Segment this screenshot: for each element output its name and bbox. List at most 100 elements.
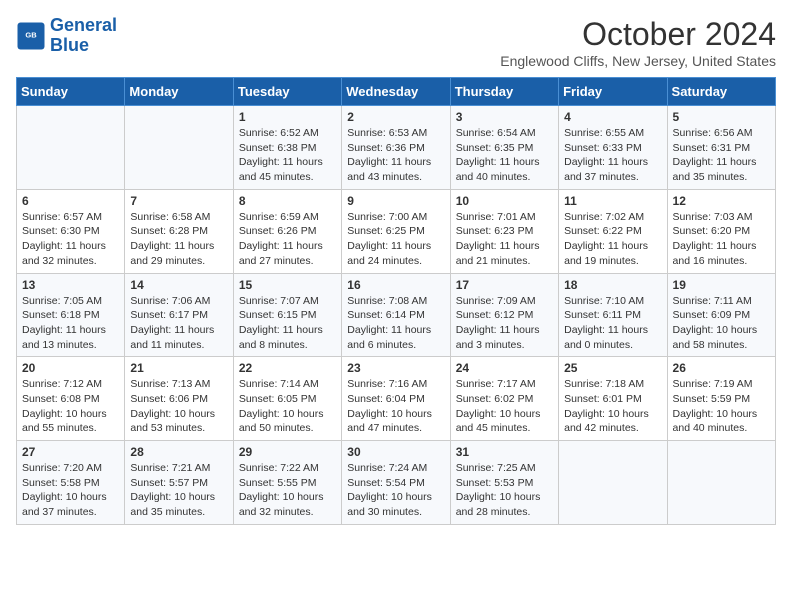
day-details: Sunrise: 7:13 AM Sunset: 6:06 PM Dayligh…: [130, 377, 227, 436]
day-number: 6: [22, 194, 119, 208]
calendar-week-5: 27 Sunrise: 7:20 AM Sunset: 5:58 PM Dayli…: [17, 441, 776, 525]
calendar-cell: 8 Sunrise: 6:59 AM Sunset: 6:26 PM Daylig…: [233, 189, 341, 273]
day-number: 25: [564, 361, 661, 375]
day-details: Sunrise: 7:20 AM Sunset: 5:58 PM Dayligh…: [22, 461, 119, 520]
calendar-cell: 30 Sunrise: 7:24 AM Sunset: 5:54 PM Dayli…: [342, 441, 450, 525]
header-thursday: Thursday: [450, 78, 558, 106]
calendar-week-2: 6 Sunrise: 6:57 AM Sunset: 6:30 PM Daylig…: [17, 189, 776, 273]
day-number: 14: [130, 278, 227, 292]
day-number: 9: [347, 194, 444, 208]
calendar-cell: [125, 106, 233, 190]
day-details: Sunrise: 7:25 AM Sunset: 5:53 PM Dayligh…: [456, 461, 553, 520]
page-header: GB General Blue October 2024 Englewood C…: [16, 16, 776, 69]
day-number: 3: [456, 110, 553, 124]
calendar-cell: 23 Sunrise: 7:16 AM Sunset: 6:04 PM Dayli…: [342, 357, 450, 441]
day-number: 1: [239, 110, 336, 124]
day-details: Sunrise: 6:52 AM Sunset: 6:38 PM Dayligh…: [239, 126, 336, 185]
day-details: Sunrise: 7:10 AM Sunset: 6:11 PM Dayligh…: [564, 294, 661, 353]
day-details: Sunrise: 7:19 AM Sunset: 5:59 PM Dayligh…: [673, 377, 770, 436]
day-details: Sunrise: 7:03 AM Sunset: 6:20 PM Dayligh…: [673, 210, 770, 269]
calendar-cell: 13Sunrise: 7:05 AM Sunset: 6:18 PM Dayli…: [17, 273, 125, 357]
day-details: Sunrise: 7:21 AM Sunset: 5:57 PM Dayligh…: [130, 461, 227, 520]
day-number: 11: [564, 194, 661, 208]
month-title: October 2024: [500, 16, 776, 53]
day-details: Sunrise: 7:02 AM Sunset: 6:22 PM Dayligh…: [564, 210, 661, 269]
header-friday: Friday: [559, 78, 667, 106]
calendar-cell: 1 Sunrise: 6:52 AM Sunset: 6:38 PM Daylig…: [233, 106, 341, 190]
day-details: Sunrise: 6:53 AM Sunset: 6:36 PM Dayligh…: [347, 126, 444, 185]
day-details: Sunrise: 7:08 AM Sunset: 6:14 PM Dayligh…: [347, 294, 444, 353]
day-details: Sunrise: 6:54 AM Sunset: 6:35 PM Dayligh…: [456, 126, 553, 185]
calendar-cell: 29 Sunrise: 7:22 AM Sunset: 5:55 PM Dayli…: [233, 441, 341, 525]
header-saturday: Saturday: [667, 78, 775, 106]
header-sunday: Sunday: [17, 78, 125, 106]
header-wednesday: Wednesday: [342, 78, 450, 106]
header-monday: Monday: [125, 78, 233, 106]
day-number: 16: [347, 278, 444, 292]
logo-icon: GB: [16, 21, 46, 51]
calendar-cell: 25 Sunrise: 7:18 AM Sunset: 6:01 PM Dayli…: [559, 357, 667, 441]
calendar-cell: 9 Sunrise: 7:00 AM Sunset: 6:25 PM Daylig…: [342, 189, 450, 273]
calendar-cell: 19 Sunrise: 7:11 AM Sunset: 6:09 PM Dayli…: [667, 273, 775, 357]
day-number: 4: [564, 110, 661, 124]
calendar-cell: [17, 106, 125, 190]
day-details: Sunrise: 7:16 AM Sunset: 6:04 PM Dayligh…: [347, 377, 444, 436]
day-number: 27: [22, 445, 119, 459]
location: Englewood Cliffs, New Jersey, United Sta…: [500, 53, 776, 69]
day-number: 19: [673, 278, 770, 292]
calendar-cell: 3 Sunrise: 6:54 AM Sunset: 6:35 PM Daylig…: [450, 106, 558, 190]
day-number: 5: [673, 110, 770, 124]
day-number: 24: [456, 361, 553, 375]
calendar-cell: 20 Sunrise: 7:12 AM Sunset: 6:08 PM Dayli…: [17, 357, 125, 441]
day-details: Sunrise: 7:18 AM Sunset: 6:01 PM Dayligh…: [564, 377, 661, 436]
day-details: Sunrise: 6:56 AM Sunset: 6:31 PM Dayligh…: [673, 126, 770, 185]
day-number: 23: [347, 361, 444, 375]
day-number: 15: [239, 278, 336, 292]
day-number: 31: [456, 445, 553, 459]
day-details: Sunrise: 6:59 AM Sunset: 6:26 PM Dayligh…: [239, 210, 336, 269]
day-details: Sunrise: 7:24 AM Sunset: 5:54 PM Dayligh…: [347, 461, 444, 520]
calendar-week-1: 1 Sunrise: 6:52 AM Sunset: 6:38 PM Daylig…: [17, 106, 776, 190]
calendar-cell: 28 Sunrise: 7:21 AM Sunset: 5:57 PM Dayli…: [125, 441, 233, 525]
day-details: Sunrise: 7:09 AM Sunset: 6:12 PM Dayligh…: [456, 294, 553, 353]
day-number: 29: [239, 445, 336, 459]
calendar-cell: [667, 441, 775, 525]
day-number: 18: [564, 278, 661, 292]
calendar-cell: [559, 441, 667, 525]
day-details: Sunrise: 6:58 AM Sunset: 6:28 PM Dayligh…: [130, 210, 227, 269]
day-number: 7: [130, 194, 227, 208]
calendar-cell: 4 Sunrise: 6:55 AM Sunset: 6:33 PM Daylig…: [559, 106, 667, 190]
calendar-cell: 14Sunrise: 7:06 AM Sunset: 6:17 PM Dayli…: [125, 273, 233, 357]
day-details: Sunrise: 7:00 AM Sunset: 6:25 PM Dayligh…: [347, 210, 444, 269]
svg-text:GB: GB: [25, 30, 37, 39]
calendar-week-4: 20 Sunrise: 7:12 AM Sunset: 6:08 PM Dayli…: [17, 357, 776, 441]
calendar-cell: 17Sunrise: 7:09 AM Sunset: 6:12 PM Dayli…: [450, 273, 558, 357]
day-number: 20: [22, 361, 119, 375]
calendar-cell: 12 Sunrise: 7:03 AM Sunset: 6:20 PM Dayli…: [667, 189, 775, 273]
day-details: Sunrise: 7:12 AM Sunset: 6:08 PM Dayligh…: [22, 377, 119, 436]
day-number: 12: [673, 194, 770, 208]
day-number: 8: [239, 194, 336, 208]
day-details: Sunrise: 6:55 AM Sunset: 6:33 PM Dayligh…: [564, 126, 661, 185]
calendar-cell: 6 Sunrise: 6:57 AM Sunset: 6:30 PM Daylig…: [17, 189, 125, 273]
day-number: 21: [130, 361, 227, 375]
calendar-cell: 2 Sunrise: 6:53 AM Sunset: 6:36 PM Daylig…: [342, 106, 450, 190]
day-number: 30: [347, 445, 444, 459]
calendar-cell: 18 Sunrise: 7:10 AM Sunset: 6:11 PM Dayli…: [559, 273, 667, 357]
logo: GB General Blue: [16, 16, 117, 56]
day-details: Sunrise: 7:22 AM Sunset: 5:55 PM Dayligh…: [239, 461, 336, 520]
day-details: Sunrise: 7:11 AM Sunset: 6:09 PM Dayligh…: [673, 294, 770, 353]
calendar-cell: 7 Sunrise: 6:58 AM Sunset: 6:28 PM Daylig…: [125, 189, 233, 273]
day-details: Sunrise: 7:01 AM Sunset: 6:23 PM Dayligh…: [456, 210, 553, 269]
calendar-cell: 24Sunrise: 7:17 AM Sunset: 6:02 PM Dayli…: [450, 357, 558, 441]
day-number: 28: [130, 445, 227, 459]
title-block: October 2024 Englewood Cliffs, New Jerse…: [500, 16, 776, 69]
header-tuesday: Tuesday: [233, 78, 341, 106]
calendar-cell: 15Sunrise: 7:07 AM Sunset: 6:15 PM Dayli…: [233, 273, 341, 357]
day-number: 10: [456, 194, 553, 208]
day-details: Sunrise: 7:05 AM Sunset: 6:18 PM Dayligh…: [22, 294, 119, 353]
day-details: Sunrise: 6:57 AM Sunset: 6:30 PM Dayligh…: [22, 210, 119, 269]
day-number: 26: [673, 361, 770, 375]
calendar-cell: 10 Sunrise: 7:01 AM Sunset: 6:23 PM Dayli…: [450, 189, 558, 273]
day-number: 2: [347, 110, 444, 124]
